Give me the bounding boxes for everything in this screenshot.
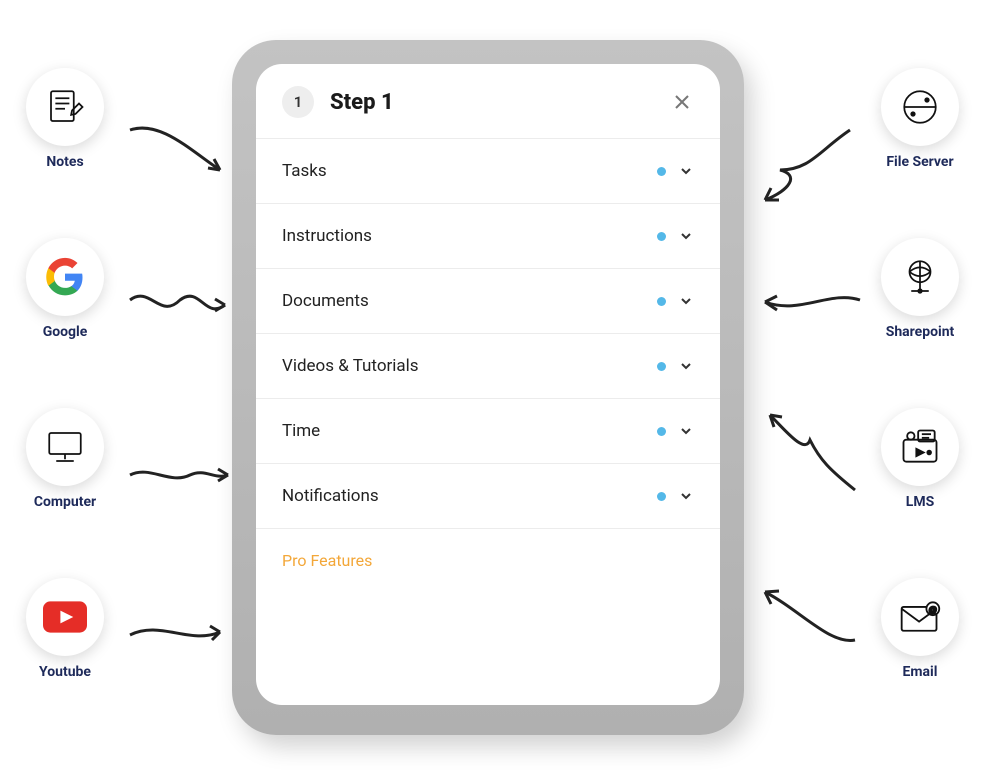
arrow-lms [750,400,870,520]
section-row-notifications[interactable]: Notifications [256,463,720,528]
source-file-server: File Server [865,68,975,170]
section-row-videos[interactable]: Videos & Tutorials [256,333,720,398]
computer-icon [44,426,86,468]
status-dot [657,427,666,436]
sharepoint-icon [899,256,941,298]
source-lms: LMS [865,408,975,510]
section-row-tasks[interactable]: Tasks [256,138,720,203]
arrow-computer [120,450,240,500]
section-label: Instructions [282,226,645,246]
email-circle: @ [881,578,959,656]
status-dot [657,167,666,176]
lms-circle [881,408,959,486]
google-icon [45,257,85,297]
chevron-down-icon [678,293,694,309]
section-label: Time [282,421,645,441]
source-notes: Notes [10,68,120,170]
step-title: Step 1 [330,90,654,115]
status-dot [657,492,666,501]
svg-text:@: @ [929,605,937,614]
notes-circle [26,68,104,146]
section-row-instructions[interactable]: Instructions [256,203,720,268]
step-panel: 1 Step 1 Tasks Instructions [256,64,720,705]
section-row-documents[interactable]: Documents [256,268,720,333]
close-button[interactable] [670,90,694,114]
computer-circle [26,408,104,486]
notes-icon [44,86,86,128]
chevron-down-icon [678,423,694,439]
arrow-sharepoint [750,280,870,330]
lms-icon [898,425,942,469]
close-icon [673,93,691,111]
status-dot [657,362,666,371]
section-label: Videos & Tutorials [282,356,645,376]
panel-header: 1 Step 1 [256,64,720,138]
chevron-down-icon [678,358,694,374]
email-icon: @ [898,599,942,635]
email-label: Email [903,664,938,680]
source-youtube: Youtube [10,578,120,680]
file-server-circle [881,68,959,146]
notes-label: Notes [46,154,83,170]
sharepoint-label: Sharepoint [886,324,955,340]
arrow-email [750,580,870,660]
status-dot [657,297,666,306]
source-computer: Computer [10,408,120,510]
step-number-badge: 1 [282,86,314,118]
sharepoint-circle [881,238,959,316]
chevron-down-icon [678,488,694,504]
youtube-icon [43,601,87,633]
status-dot [657,232,666,241]
source-sharepoint: Sharepoint [865,238,975,340]
file-server-icon [899,86,941,128]
computer-label: Computer [34,494,96,510]
pro-features-link[interactable]: Pro Features [256,528,720,592]
file-server-label: File Server [886,154,953,170]
youtube-circle [26,578,104,656]
arrow-google [120,280,240,340]
section-label: Documents [282,291,645,311]
google-circle [26,238,104,316]
google-label: Google [43,324,88,340]
section-row-time[interactable]: Time [256,398,720,463]
arrow-notes [120,120,240,190]
arrow-youtube [120,610,230,660]
source-email: @ Email [865,578,975,680]
chevron-down-icon [678,228,694,244]
source-google: Google [10,238,120,340]
youtube-label: Youtube [39,664,91,680]
section-label: Notifications [282,486,645,506]
chevron-down-icon [678,163,694,179]
arrow-file-server [750,120,870,220]
section-label: Tasks [282,161,645,181]
lms-label: LMS [906,494,934,510]
device-frame: 1 Step 1 Tasks Instructions [232,40,744,735]
